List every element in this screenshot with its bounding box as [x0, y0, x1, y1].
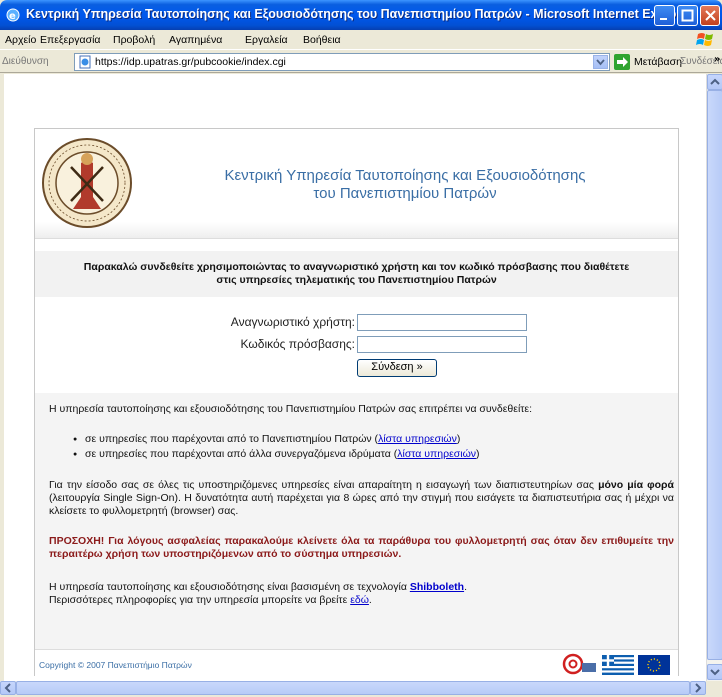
university-seal-logo: [42, 138, 132, 228]
page-icon: [79, 55, 91, 69]
sso-emphasis: μόνο μία φορά: [598, 479, 674, 491]
minimize-icon: [660, 18, 667, 20]
arrow-right-icon: [617, 57, 628, 67]
login-instructions: Παρακαλώ συνδεθείτε χρησιμοποιώντας το α…: [35, 251, 678, 297]
go-button[interactable]: [614, 54, 630, 70]
copyright-text: Copyright © 2007 Πανεπιστήμιο Πατρών: [39, 660, 192, 670]
menu-favorites[interactable]: Αγαπημένα: [169, 34, 222, 46]
close-icon: [705, 10, 716, 21]
page-title: Κεντρική Υπηρεσία Ταυτοποίησης και Εξουσ…: [155, 167, 655, 203]
page-footer: Copyright © 2007 Πανεπιστήμιο Πατρών: [35, 649, 678, 676]
password-label: Κωδικός πρόσβασης:: [240, 337, 355, 351]
service-list-link-upatras[interactable]: λίστα υπηρεσιών: [378, 433, 457, 445]
list-item-paren: ): [476, 448, 480, 460]
list-item: σε υπηρεσίες που παρέχονται από άλλα συν…: [73, 448, 480, 463]
address-label: Διεύθυνση: [2, 56, 49, 67]
shibboleth-period: .: [464, 581, 467, 593]
service-list-link-partners[interactable]: λίστα υπηρεσιών: [397, 448, 476, 460]
menu-bar: Αρχείο Επεξεργασία Προβολή Αγαπημένα Εργ…: [0, 30, 722, 50]
list-item-text: σε υπηρεσίες που παρέχονται από άλλα συν…: [85, 448, 398, 460]
login-instructions-line1: Παρακαλώ συνδεθείτε χρησιμοποιώντας το α…: [83, 261, 630, 273]
list-item-text: σε υπηρεσίες που παρέχονται από το Πανεπ…: [85, 433, 379, 445]
minimize-button[interactable]: [654, 5, 675, 26]
sso-paragraph: Για την είσοδο σας σε όλες τις υποστηριζ…: [49, 479, 674, 518]
sso-text-b: (λειτουργία Single Sign-On). Η δυνατότητ…: [49, 492, 674, 517]
maximize-icon: [681, 9, 694, 22]
chevron-right-icon: [695, 683, 702, 693]
menu-tools[interactable]: Εργαλεία: [245, 34, 288, 46]
service-list: σε υπηρεσίες που παρέχονται από το Πανεπ…: [73, 433, 480, 463]
service-info-section: Η υπηρεσία ταυτοποίησης και εξουσιοδότησ…: [35, 393, 678, 649]
list-item: σε υπηρεσίες που παρέχονται από το Πανεπ…: [73, 433, 480, 448]
shibboleth-link[interactable]: Shibboleth: [410, 581, 464, 593]
menu-help[interactable]: Βοήθεια: [303, 34, 341, 46]
menu-edit[interactable]: Επεξεργασία: [40, 34, 101, 46]
chevron-down-icon: [596, 59, 605, 66]
password-field[interactable]: [357, 336, 527, 353]
sso-text-a: Για την είσοδο σας σε όλες τις υποστηριζ…: [49, 479, 599, 491]
vertical-scrollbar[interactable]: [706, 74, 722, 681]
chevron-down-icon: [710, 669, 720, 676]
internet-explorer-icon: e: [6, 8, 20, 22]
vertical-scroll-thumb[interactable]: [707, 90, 722, 660]
scroll-up-button[interactable]: [707, 74, 722, 90]
eu-flag-icon: [638, 655, 670, 675]
links-chevron[interactable]: »: [714, 54, 720, 65]
address-bar: Διεύθυνση https://idp.upatras.gr/pubcook…: [0, 51, 722, 73]
page-title-line1: Κεντρική Υπηρεσία Ταυτοποίησης και Εξουσ…: [224, 167, 586, 184]
page-title-line2: του Πανεπιστημίου Πατρών: [313, 185, 497, 202]
shibboleth-line: Η υπηρεσία ταυτοποίησης και εξουσιοδότησ…: [49, 581, 674, 594]
address-url: https://idp.upatras.gr/pubcookie/index.c…: [95, 56, 286, 68]
scroll-down-button[interactable]: [707, 664, 722, 680]
scroll-right-button[interactable]: [690, 681, 706, 695]
login-page-container: Κεντρική Υπηρεσία Ταυτοποίησης και Εξουσ…: [34, 128, 679, 676]
login-instructions-line2: στις υπηρεσίες τηλεματικής του Πανεπιστη…: [216, 274, 497, 286]
horizontal-scroll-thumb[interactable]: [16, 681, 690, 695]
username-field[interactable]: [357, 314, 527, 331]
close-button[interactable]: [700, 5, 720, 26]
footer-logos: [562, 653, 670, 675]
email-at-icon: [562, 653, 596, 675]
scroll-left-button[interactable]: [0, 681, 16, 695]
windows-logo-icon: [696, 33, 713, 46]
list-item-paren: ): [456, 433, 461, 445]
page-header: Κεντρική Υπηρεσία Ταυτοποίησης και Εξουσ…: [35, 129, 678, 239]
more-info-line: Περισσότερες πληροφορίες για την υπηρεσί…: [49, 594, 674, 607]
chevron-up-icon: [710, 78, 720, 85]
horizontal-scrollbar[interactable]: [0, 681, 706, 695]
browser-viewport: Κεντρική Υπηρεσία Ταυτοποίησης και Εξουσ…: [4, 74, 706, 681]
shibboleth-text: Η υπηρεσία ταυτοποίησης και εξουσιοδότησ…: [49, 581, 410, 593]
address-input[interactable]: https://idp.upatras.gr/pubcookie/index.c…: [74, 53, 610, 71]
more-info-text: Περισσότερες πληροφορίες για την υπηρεσί…: [49, 594, 351, 606]
more-info-link[interactable]: εδώ: [350, 594, 369, 606]
login-button[interactable]: Σύνδεση »: [357, 359, 437, 377]
username-label: Αναγνωριστικό χρήστη:: [230, 315, 355, 329]
info-intro: Η υπηρεσία ταυτοποίησης και εξουσιοδότησ…: [49, 403, 533, 415]
window-title: Κεντρική Υπηρεσία Ταυτοποίησης και Εξουσ…: [26, 7, 693, 21]
window-title-bar[interactable]: e Κεντρική Υπηρεσία Ταυτοποίησης και Εξο…: [0, 0, 722, 30]
more-info-period: .: [368, 594, 372, 606]
security-warning: ΠΡΟΣΟΧΗ! Για λόγους ασφαλείας παρακαλούμ…: [49, 535, 674, 560]
scrollbar-corner: [706, 681, 722, 695]
greek-flag-icon: [602, 655, 634, 675]
menu-view[interactable]: Προβολή: [113, 34, 155, 46]
maximize-button[interactable]: [677, 5, 698, 26]
chevron-left-icon: [4, 683, 11, 693]
svg-text:e: e: [9, 11, 16, 22]
go-label[interactable]: Μετάβαση: [634, 56, 682, 68]
menu-file[interactable]: Αρχείο: [5, 34, 36, 46]
address-dropdown-button[interactable]: [593, 55, 608, 69]
